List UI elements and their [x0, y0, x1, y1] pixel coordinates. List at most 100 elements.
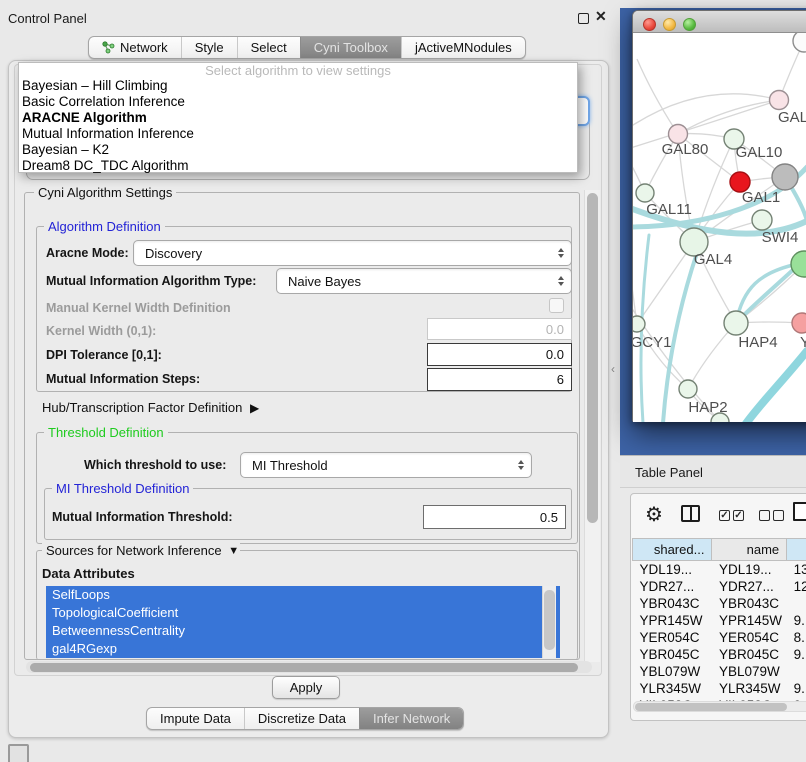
- cell[interactable]: YLR345W: [712, 680, 787, 697]
- aracne-mode-combo[interactable]: Discovery: [133, 240, 572, 266]
- cell[interactable]: 13: [787, 561, 806, 578]
- dropdown-option[interactable]: Bayesian – Hill Climbing: [19, 78, 577, 94]
- dropdown-option[interactable]: Basic Correlation Inference: [19, 94, 577, 110]
- cell[interactable]: YBR045C: [633, 646, 712, 663]
- attributes-scrollbar-thumb[interactable]: [544, 590, 555, 650]
- settings-hscrollbar-thumb[interactable]: [30, 663, 578, 672]
- panel-divider-collapse-icon[interactable]: ‹: [611, 362, 615, 376]
- cell[interactable]: YDL19...: [633, 561, 712, 578]
- cell[interactable]: YPR145W: [712, 612, 787, 629]
- window-close-icon[interactable]: [643, 18, 656, 31]
- cell[interactable]: YBL079W: [712, 663, 787, 680]
- cell[interactable]: 9.: [787, 680, 806, 697]
- node-swi4[interactable]: [791, 251, 806, 277]
- dropdown-option-highlighted[interactable]: ARACNE Algorithm: [19, 110, 577, 126]
- cell[interactable]: [787, 663, 806, 680]
- cell[interactable]: YDR27...: [633, 578, 712, 595]
- attribute-item[interactable]: gal4RGexp: [46, 640, 560, 658]
- cell[interactable]: 9.: [787, 612, 806, 629]
- close-panel-icon[interactable]: ✕: [595, 8, 607, 25]
- tab-network[interactable]: Network: [89, 37, 181, 58]
- node-gray[interactable]: [772, 164, 798, 190]
- export-table-icon[interactable]: [793, 502, 806, 521]
- hub-definition-toggle[interactable]: Hub/Transcription Factor Definition ▶: [42, 400, 255, 415]
- node-gcy1[interactable]: [633, 316, 645, 332]
- tab-infer-network[interactable]: Infer Network: [359, 708, 463, 729]
- data-attributes-list[interactable]: SelfLoops TopologicalCoefficient Between…: [46, 586, 560, 658]
- table-row[interactable]: YBL079WYBL079W: [633, 663, 806, 680]
- table-row[interactable]: YDL19...YDL19...13: [633, 561, 806, 578]
- table-row[interactable]: YPR145WYPR145W9.: [633, 612, 806, 629]
- dropdown-option[interactable]: Dream8 DC_TDC Algorithm: [19, 158, 577, 174]
- float-panel-icon[interactable]: [578, 13, 589, 24]
- which-threshold-combo[interactable]: MI Threshold: [240, 452, 532, 478]
- network-view-window[interactable]: GAL GAL80 GAL10 GAL1 GAL11 SWI4 GAL4 GCY…: [632, 10, 806, 422]
- node-gal11[interactable]: [636, 184, 654, 202]
- cell[interactable]: YBR043C: [633, 595, 712, 612]
- table-hscrollbar-thumb[interactable]: [635, 703, 787, 711]
- settings-vscrollbar-thumb[interactable]: [587, 193, 598, 523]
- cell[interactable]: YBR045C: [712, 646, 787, 663]
- deselect-all-checkbox-icon[interactable]: [773, 510, 784, 521]
- tab-label: Infer Network: [373, 708, 450, 730]
- hub-definition-label: Hub/Transcription Factor Definition: [42, 400, 242, 415]
- dropdown-option[interactable]: Bayesian – K2: [19, 142, 577, 158]
- cell[interactable]: YER054C: [712, 629, 787, 646]
- window-minimize-icon[interactable]: [663, 18, 676, 31]
- dropdown-option[interactable]: Mutual Information Inference: [19, 126, 577, 142]
- cell[interactable]: 9.: [787, 646, 806, 663]
- table-row[interactable]: YBR043CYBR043C: [633, 595, 806, 612]
- attribute-item[interactable]: TopologicalCoefficient: [46, 604, 560, 622]
- mi-threshold-field[interactable]: 0.5: [423, 505, 566, 529]
- tab-style[interactable]: Style: [181, 37, 237, 58]
- tab-discretize-data[interactable]: Discretize Data: [244, 708, 359, 729]
- mi-steps-field[interactable]: 6: [427, 368, 572, 391]
- table-row[interactable]: YBR045CYBR045C9.: [633, 646, 806, 663]
- kernel-width-field[interactable]: 0.0: [427, 318, 572, 340]
- cell[interactable]: YBR043C: [712, 595, 787, 612]
- select-all-checkbox-icon[interactable]: ✓: [733, 510, 744, 521]
- table-settings-gear-icon[interactable]: ⚙: [645, 502, 663, 527]
- tab-cyni-toolbox[interactable]: Cyni Toolbox: [300, 37, 401, 58]
- sources-toggle[interactable]: Sources for Network Inference ▼: [42, 543, 240, 558]
- apply-button[interactable]: Apply: [272, 676, 340, 699]
- table-row[interactable]: YDR27...YDR27...12: [633, 578, 806, 595]
- node-gal1[interactable]: [752, 210, 772, 230]
- tab-jactivemnodules[interactable]: jActiveMNodules: [401, 37, 525, 58]
- field-value: 0.0: [546, 322, 564, 337]
- network-canvas[interactable]: GAL GAL80 GAL10 GAL1 GAL11 SWI4 GAL4 GCY…: [633, 33, 806, 422]
- cell[interactable]: YER054C: [633, 629, 712, 646]
- column-visibility-icon[interactable]: [681, 505, 700, 522]
- cell[interactable]: 8.: [787, 629, 806, 646]
- cell[interactable]: 12: [787, 578, 806, 595]
- cell[interactable]: YLR345W: [633, 680, 712, 697]
- minimized-panel-icon[interactable]: [8, 744, 29, 762]
- attribute-item[interactable]: BetweennessCentrality: [46, 622, 560, 640]
- cell[interactable]: YPR145W: [633, 612, 712, 629]
- cell[interactable]: YBL079W: [633, 663, 712, 680]
- network-graph: GAL GAL80 GAL10 GAL1 GAL11 SWI4 GAL4 GCY…: [633, 33, 806, 422]
- mi-type-combo[interactable]: Naive Bayes: [276, 268, 572, 294]
- cell[interactable]: YDL19...: [712, 561, 787, 578]
- column-header[interactable]: A: [787, 539, 806, 561]
- tab-select[interactable]: Select: [237, 37, 300, 58]
- window-zoom-icon[interactable]: [683, 18, 696, 31]
- table-row[interactable]: YER054CYER054C8.: [633, 629, 806, 646]
- node-hap2[interactable]: [679, 380, 697, 398]
- network-window-titlebar[interactable]: [633, 11, 806, 33]
- node-unlabeled[interactable]: [793, 33, 806, 52]
- table-row[interactable]: YLR345WYLR345W9.: [633, 680, 806, 697]
- node-hap4[interactable]: [724, 311, 748, 335]
- tab-impute-data[interactable]: Impute Data: [147, 708, 244, 729]
- deselect-all-checkbox-icon[interactable]: [759, 510, 770, 521]
- attribute-item[interactable]: SelfLoops: [46, 586, 560, 604]
- manual-kernel-checkbox[interactable]: [549, 298, 564, 313]
- cell[interactable]: YDR27...: [712, 578, 787, 595]
- column-header[interactable]: name: [712, 539, 787, 561]
- dpi-tolerance-field[interactable]: 0.0: [427, 343, 572, 366]
- node-gal[interactable]: [770, 91, 789, 110]
- cell[interactable]: [787, 595, 806, 612]
- select-all-checkbox-icon[interactable]: ✓: [719, 510, 730, 521]
- column-header[interactable]: shared...: [633, 539, 712, 561]
- node-y[interactable]: [792, 313, 806, 333]
